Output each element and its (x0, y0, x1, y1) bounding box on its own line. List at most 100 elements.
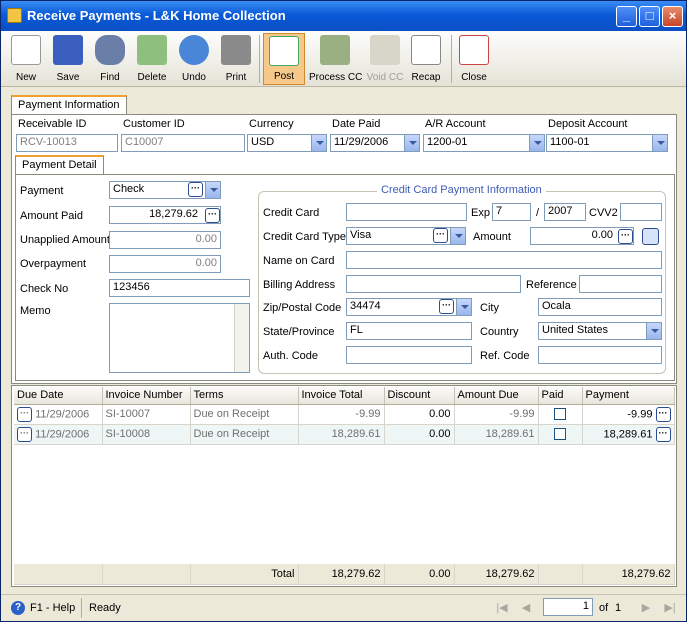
unapplied-amount-field: 0.00 (109, 231, 221, 249)
app-icon (7, 8, 22, 23)
maximize-button[interactable]: □ (639, 6, 660, 27)
ellipsis-icon[interactable]: ··· (439, 299, 454, 314)
close-window-button[interactable]: × (662, 6, 683, 27)
check-no-input[interactable]: 123456 (109, 279, 250, 297)
paid-checkbox[interactable] (554, 428, 566, 441)
table-row[interactable]: ··· 11/29/2006 SI-10007 Due on Receipt -… (14, 404, 675, 425)
chevron-down-icon (404, 135, 419, 151)
chevron-down-icon (205, 182, 220, 198)
payment-method-select[interactable]: Check ··· (109, 181, 221, 199)
toolbar-separator (451, 35, 452, 83)
reference-input[interactable] (579, 275, 662, 293)
delete-button[interactable]: Delete (131, 33, 173, 85)
page-count: 1 (615, 602, 622, 614)
deposit-account-label: Deposit Account (548, 118, 628, 130)
payment-method-label: Payment (20, 185, 64, 197)
ellipsis-icon[interactable]: ··· (188, 182, 203, 197)
ar-account-label: A/R Account (425, 118, 486, 130)
billing-address-input[interactable] (346, 275, 521, 293)
total-discount: 0.00 (384, 564, 455, 585)
calculator-ellipsis-icon[interactable]: ··· (205, 208, 220, 223)
ellipsis-icon[interactable]: ··· (17, 406, 32, 422)
calculator-icon[interactable] (642, 228, 659, 245)
status-text: Ready (89, 602, 121, 614)
memo-scrollbar[interactable] (234, 304, 249, 372)
customer-id-field[interactable]: C10007 (121, 134, 245, 152)
col-invoice-number[interactable]: Invoice Number (102, 387, 191, 405)
print-button[interactable]: Print (215, 33, 257, 85)
col-invoice-total[interactable]: Invoice Total (298, 387, 385, 405)
ar-account-select[interactable]: 1200-01 (423, 134, 545, 152)
amount-paid-label: Amount Paid (20, 210, 83, 222)
new-document-icon (11, 35, 41, 65)
post-button[interactable]: Post (263, 33, 305, 85)
col-payment[interactable]: Payment (582, 387, 675, 405)
col-amount-due[interactable]: Amount Due (454, 387, 539, 405)
find-button[interactable]: Find (89, 33, 131, 85)
total-amount-due: 18,279.62 (454, 564, 539, 585)
tab-payment-detail[interactable]: Payment Detail (15, 155, 104, 174)
col-terms[interactable]: Terms (190, 387, 299, 405)
process-cc-button[interactable]: Process CC (309, 33, 362, 85)
chevron-down-icon (311, 135, 326, 151)
close-button[interactable]: Close (453, 33, 495, 85)
previous-page-icon[interactable]: ◀ (519, 601, 533, 615)
save-button[interactable]: Save (47, 33, 89, 85)
void-cc-button[interactable]: Void CC (363, 33, 407, 85)
credit-card-type-select[interactable]: Visa ··· (346, 227, 466, 245)
date-paid-picker[interactable]: 11/29/2006 (330, 134, 420, 152)
ellipsis-icon[interactable]: ··· (655, 426, 671, 442)
memo-textarea[interactable] (109, 303, 250, 373)
name-on-card-input[interactable] (346, 251, 662, 269)
recap-button[interactable]: Recap (405, 33, 447, 85)
ellipsis-icon[interactable]: ··· (433, 228, 448, 243)
zip-postal-code-select[interactable]: 34474 ··· (346, 298, 472, 316)
help-label[interactable]: F1 - Help (30, 602, 75, 614)
ellipsis-icon[interactable]: ··· (618, 229, 633, 244)
first-page-icon[interactable]: |◀ (495, 601, 509, 615)
new-button[interactable]: New (5, 33, 47, 85)
chevron-down-icon (450, 228, 465, 244)
exp-year-input[interactable]: 2007 (544, 203, 586, 221)
ellipsis-icon[interactable]: ··· (655, 406, 671, 422)
credit-card-type-label: Credit Card Type (263, 231, 346, 243)
customer-id-label: Customer ID (123, 118, 185, 130)
credit-card-input[interactable] (346, 203, 467, 221)
cvv2-label: CVV2 (589, 207, 618, 219)
chevron-down-icon (456, 299, 471, 315)
close-form-icon (459, 35, 489, 65)
page-of-label: of (599, 602, 609, 614)
help-icon[interactable]: ? (11, 601, 25, 615)
last-page-icon[interactable]: ▶| (663, 601, 677, 615)
auth-code-input[interactable] (346, 346, 472, 364)
totals-row: Total 18,279.62 0.00 18,279.62 18,279.62 (14, 564, 675, 585)
auth-code-label: Auth. Code (263, 350, 319, 362)
invoices-grid-panel: Due Date Invoice Number Terms Invoice To… (11, 385, 677, 587)
col-discount[interactable]: Discount (384, 387, 455, 405)
next-page-icon[interactable]: ▶ (639, 601, 653, 615)
tab-payment-information[interactable]: Payment Information (11, 95, 127, 114)
receivable-id-label: Receivable ID (18, 118, 87, 130)
country-select[interactable]: United States (538, 322, 662, 340)
overpayment-field: 0.00 (109, 255, 221, 273)
ellipsis-icon[interactable]: ··· (17, 426, 32, 442)
recap-report-icon (411, 35, 441, 65)
col-paid[interactable]: Paid (538, 387, 583, 405)
page-number-input[interactable]: 1 (543, 598, 593, 616)
receivable-id-field[interactable]: RCV-10013 (16, 134, 118, 152)
cvv2-input[interactable] (620, 203, 662, 221)
paid-checkbox[interactable] (554, 408, 566, 421)
table-row[interactable]: ··· 11/29/2006 SI-10008 Due on Receipt 1… (14, 424, 675, 445)
state-province-input[interactable]: FL (346, 322, 472, 340)
ref-code-input[interactable] (538, 346, 662, 364)
undo-button[interactable]: Undo (173, 33, 215, 85)
gear-money-icon (320, 35, 350, 65)
currency-select[interactable]: USD (247, 134, 327, 152)
col-due-date[interactable]: Due Date (14, 387, 103, 405)
deposit-account-select[interactable]: 1100-01 (546, 134, 668, 152)
table-header-row: Due Date Invoice Number Terms Invoice To… (14, 387, 675, 405)
binoculars-icon (95, 35, 125, 65)
city-input[interactable]: Ocala (538, 298, 662, 316)
minimize-button[interactable]: _ (616, 6, 637, 27)
exp-month-input[interactable]: 7 (492, 203, 531, 221)
